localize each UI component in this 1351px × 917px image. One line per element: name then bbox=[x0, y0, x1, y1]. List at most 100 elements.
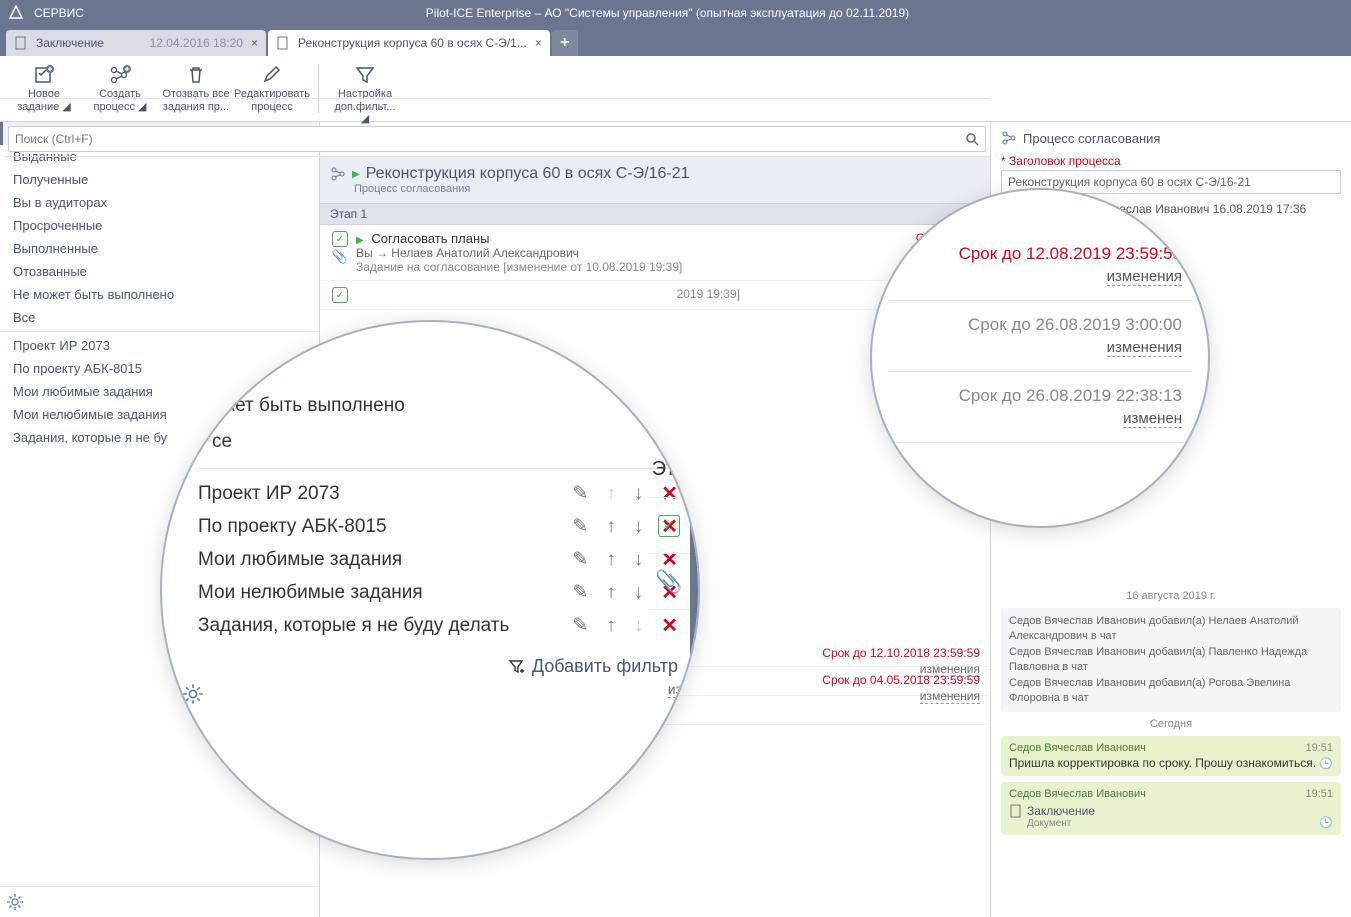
process-title: Реконструкция корпуса 60 в осях С-Э/16-2… bbox=[366, 165, 690, 183]
gear-icon[interactable] bbox=[182, 683, 678, 705]
pencil-icon[interactable]: ✎ bbox=[572, 581, 588, 604]
new-tab-button[interactable]: + bbox=[552, 30, 578, 56]
play-icon: ▶ bbox=[356, 235, 364, 246]
custom-filter-row[interactable]: Мои нелюбимые задания✎↑↓✕ bbox=[198, 576, 678, 609]
filter-item[interactable]: Выполненные bbox=[0, 237, 319, 260]
custom-filter-row[interactable]: Мои любимые задания✎↑↓✕ bbox=[198, 543, 678, 576]
side-label: Эта bbox=[648, 442, 690, 498]
chat-date: Сегодня bbox=[1001, 718, 1341, 730]
msg-text: Пришла корректировка по сроку. Прошу озн… bbox=[1009, 756, 1333, 770]
add-filter-button[interactable]: Добавить фильтр bbox=[182, 656, 678, 677]
msg-time: 19:51 bbox=[1305, 788, 1333, 800]
close-icon[interactable]: × bbox=[251, 36, 258, 50]
gear-button[interactable] bbox=[0, 886, 319, 917]
arrow-down-icon[interactable]: ↓ bbox=[634, 516, 644, 538]
pencil-icon[interactable]: ✎ bbox=[572, 548, 588, 571]
delete-icon[interactable]: ✕ bbox=[661, 613, 678, 638]
arrow-up-icon[interactable]: ↑ bbox=[606, 615, 616, 637]
chat-panel: 16 августа 2019 г. Седов Вячеслав Иванов… bbox=[1001, 584, 1341, 909]
task-deadline: Срок до 12.10.2018 23:59:59 bbox=[822, 646, 980, 660]
search-icon[interactable] bbox=[965, 132, 979, 146]
tab-bar: Заключение 12.04.2016 18:20 × Реконструк… bbox=[0, 26, 1351, 56]
truncated-text: ые ожет быть выполнено се bbox=[182, 352, 678, 460]
new-task-icon bbox=[33, 64, 55, 86]
arrow-down-icon[interactable]: ↓ bbox=[634, 582, 644, 604]
filter-settings-button[interactable]: Настройка доп.фильт... ◢ bbox=[329, 60, 401, 117]
process-icon bbox=[330, 166, 346, 182]
clock-icon: 🕒 bbox=[1319, 816, 1333, 829]
process-icon bbox=[1001, 130, 1017, 146]
custom-filter-row[interactable]: Задания, которые я не буду делать✎↑↓✕ bbox=[198, 609, 678, 642]
edit-process-button[interactable]: Редактировать процесс bbox=[236, 60, 308, 117]
msg-author: Седов Вячеслав Иванович bbox=[1009, 788, 1333, 800]
revoke-button[interactable]: Отозвать все задания пр... bbox=[160, 60, 232, 117]
toolbar-separator bbox=[318, 64, 319, 113]
trash-icon bbox=[185, 64, 207, 86]
arrow-down-icon[interactable]: ↓ bbox=[634, 549, 644, 571]
play-icon: ▶ bbox=[352, 169, 360, 180]
titlebar: СЕРВИС Pilot-ICE Enterprise – АО "Систем… bbox=[0, 0, 1351, 26]
arrow-up-icon[interactable]: ↑ bbox=[606, 516, 616, 538]
process-icon bbox=[109, 64, 131, 86]
toolbar: Новое задание ◢ Создать процесс ◢ Отозва… bbox=[0, 56, 1351, 122]
app-logo-icon bbox=[6, 3, 26, 23]
close-icon[interactable]: × bbox=[535, 36, 542, 50]
search-input[interactable] bbox=[15, 132, 965, 146]
filter-item[interactable]: Вы в аудиторах bbox=[0, 191, 319, 214]
tab-date: 12.04.2016 18:20 bbox=[150, 36, 243, 50]
task-deadline: Срок до 04.05.2018 23:59:59 bbox=[822, 673, 980, 687]
deadline-row: Срок до 26.08.2019 22:38:13изменен bbox=[888, 372, 1192, 443]
changes-link[interactable]: изменения bbox=[1107, 339, 1182, 357]
filter-item[interactable]: Просроченные bbox=[0, 214, 319, 237]
filter-item[interactable]: Не может быть выполнено bbox=[0, 283, 319, 306]
new-task-button[interactable]: Новое задание ◢ bbox=[8, 60, 80, 117]
tab-1[interactable]: Реконструкция корпуса 60 в осях С-Э/1...… bbox=[268, 30, 550, 56]
service-menu[interactable]: СЕРВИС bbox=[34, 6, 84, 20]
tab-label: Заключение bbox=[36, 36, 142, 50]
custom-filter-row[interactable]: По проекту АБК-8015✎↑↓✕ bbox=[198, 510, 678, 543]
pencil-icon[interactable]: ✎ bbox=[572, 614, 588, 637]
doc-icon bbox=[1009, 804, 1023, 818]
chat-message[interactable]: Седов Вячеслав Иванович 19:51 Заключение… bbox=[1001, 782, 1341, 835]
pencil-icon[interactable]: ✎ bbox=[572, 482, 588, 505]
funnel-icon bbox=[354, 64, 376, 86]
side-changes[interactable]: изменения bbox=[668, 681, 700, 698]
arrow-up-icon[interactable]: ↑ bbox=[606, 483, 616, 505]
window-title: Pilot-ICE Enterprise – АО "Системы управ… bbox=[84, 6, 1351, 20]
arrow-up-icon[interactable]: ↑ bbox=[606, 582, 616, 604]
create-process-button[interactable]: Создать процесс ◢ bbox=[84, 60, 156, 117]
field-label: Заголовок процесса bbox=[1001, 154, 1341, 168]
clip-icon: 📎 bbox=[332, 249, 348, 265]
changes-link[interactable]: изменения bbox=[1107, 268, 1182, 286]
side-white: Эта ✓ 📎 bbox=[648, 442, 690, 610]
msg-time: 19:51 bbox=[1305, 742, 1333, 754]
arrow-up-icon[interactable]: ↑ bbox=[606, 549, 616, 571]
tab-label: Реконструкция корпуса 60 в осях С-Э/1... bbox=[298, 36, 527, 50]
right-header: Процесс согласования bbox=[1023, 131, 1160, 146]
pencil-icon[interactable]: ✎ bbox=[572, 515, 588, 538]
arrow-down-icon[interactable]: ↓ bbox=[634, 483, 644, 505]
clock-icon: 🕒 bbox=[1319, 757, 1333, 770]
check-icon: ✓ bbox=[332, 231, 348, 247]
side-clip: 📎 bbox=[648, 554, 690, 610]
doc-icon bbox=[14, 36, 28, 50]
msg-author: Седов Вячеслав Иванович bbox=[1009, 742, 1333, 754]
chat-message[interactable]: Седов Вячеслав Иванович 19:51 Пришла кор… bbox=[1001, 736, 1341, 776]
deadline-row: Срок до 26.08.2019 3:00:00изменения bbox=[888, 301, 1192, 372]
chat-system-msg: Седов Вячеслав Иванович добавил(а) Нелае… bbox=[1001, 608, 1341, 712]
funnel-plus-icon bbox=[508, 658, 526, 676]
doc-icon bbox=[276, 36, 290, 50]
filter-item[interactable]: Полученные bbox=[0, 168, 319, 191]
task-name: Согласовать планы bbox=[371, 231, 489, 246]
custom-filter-row[interactable]: Проект ИР 2073✎↑↓✕ bbox=[198, 477, 678, 510]
magnifier-filters: ые ожет быть выполнено се Проект ИР 2073… bbox=[160, 320, 700, 860]
msg-doc[interactable]: Заключение bbox=[1009, 804, 1333, 818]
changes-link[interactable]: изменен bbox=[1123, 410, 1182, 428]
deadline-row: Срок до 12.08.2019 23:59:59изменения bbox=[888, 230, 1192, 301]
arrow-down-icon[interactable]: ↓ bbox=[634, 615, 644, 637]
tab-0[interactable]: Заключение 12.04.2016 18:20 × bbox=[6, 30, 266, 56]
side-chk: ✓ bbox=[648, 498, 690, 554]
pencil-icon bbox=[261, 64, 283, 86]
magnifier-deadlines: Срок до 12.08.2019 23:59:59измененияСрок… bbox=[870, 188, 1210, 528]
filter-item[interactable]: Отозванные bbox=[0, 260, 319, 283]
